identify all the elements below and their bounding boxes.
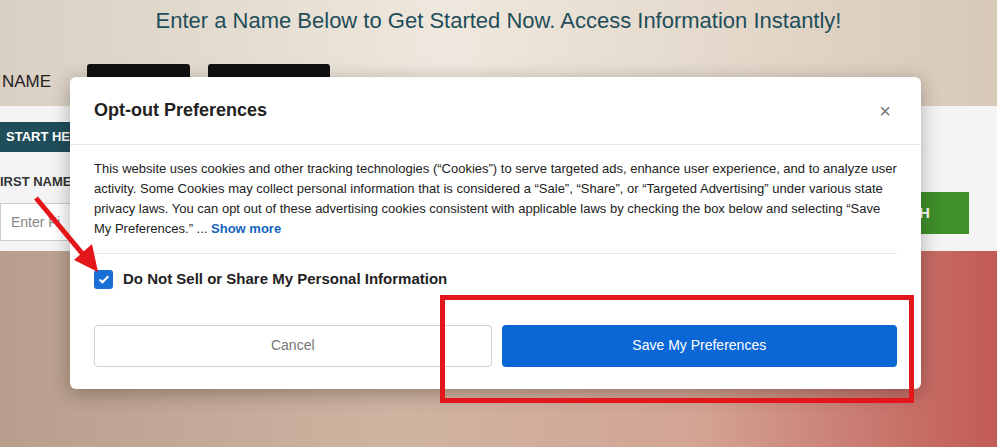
search-button[interactable]: H bbox=[917, 192, 969, 234]
save-button[interactable]: Save My Preferences bbox=[502, 325, 898, 367]
dialog-body: This website uses cookies and other trac… bbox=[70, 145, 921, 389]
check-icon bbox=[97, 272, 111, 286]
checkbox[interactable] bbox=[94, 270, 113, 289]
close-button[interactable]: × bbox=[873, 101, 897, 121]
dialog-header: Opt-out Preferences × bbox=[70, 77, 921, 145]
description: This website uses cookies and other trac… bbox=[94, 159, 897, 239]
hero-heading: Enter a Name Below to Get Started Now. A… bbox=[0, 0, 997, 36]
red-arrow-icon bbox=[28, 192, 108, 276]
cancel-button[interactable]: Cancel bbox=[94, 325, 492, 367]
search-column: H bbox=[917, 106, 997, 251]
show-more-link[interactable]: Show more bbox=[211, 221, 281, 236]
button-row: CancelSave My Preferences bbox=[94, 325, 897, 367]
do-not-sell-checkbox-row[interactable]: Do Not Sell or Share My Personal Informa… bbox=[94, 254, 897, 305]
opt-out-dialog: Opt-out Preferences × This website uses co… bbox=[70, 77, 921, 389]
highlight-box bbox=[440, 295, 914, 403]
screen: Enter a Name Below to Get Started Now. A… bbox=[0, 0, 997, 447]
dialog-title: Opt-out Preferences bbox=[94, 97, 267, 124]
checkbox-label: Do Not Sell or Share My Personal Informa… bbox=[123, 268, 447, 291]
